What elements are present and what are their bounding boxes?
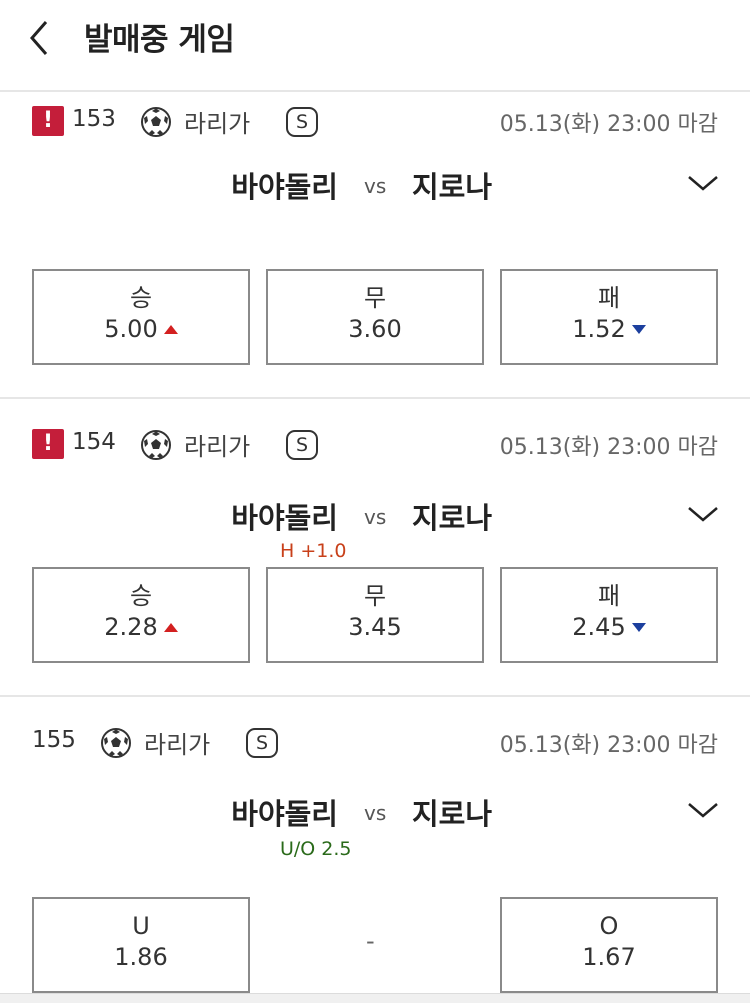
odds-button-win[interactable]: 승 5.00: [32, 269, 250, 365]
vs-label: vs: [364, 174, 387, 198]
odds-label: 승: [129, 582, 153, 610]
vs-label: vs: [364, 801, 387, 825]
soccer-ball-icon: [141, 430, 171, 460]
league-name: 라리가: [184, 110, 251, 138]
odds-value: 1.86: [114, 943, 168, 971]
odds-label: 무: [363, 582, 387, 610]
odds-value: 2.28: [104, 613, 158, 641]
away-team: 지로나: [412, 797, 493, 831]
chevron-down-icon[interactable]: [686, 797, 720, 823]
odds-value: 2.45: [572, 613, 626, 641]
soccer-ball-icon: [141, 107, 171, 137]
match-teams: 바야돌리 vs 지로나: [0, 495, 750, 541]
trend-down-icon: [631, 623, 646, 632]
soccer-ball-icon: [101, 728, 131, 758]
game-meta: ! 153 라리가 S 05.13(화) 23:00 마감: [32, 102, 718, 138]
away-team: 지로나: [412, 501, 493, 535]
odds-label: 무: [363, 284, 387, 312]
odds-button-under[interactable]: U 1.86: [32, 897, 250, 993]
deadline-text: 05.13(화) 23:00 마감: [499, 733, 718, 758]
odds-button-draw[interactable]: 무 3.60: [266, 269, 484, 365]
odds-button-lose[interactable]: 패 2.45: [500, 567, 718, 663]
vs-label: vs: [364, 505, 387, 529]
game-card-155: 155 라리가 S 05.13(화) 23:00 마감 바야돌리 vs 지로나 …: [0, 697, 750, 993]
home-team: 바야돌리: [231, 170, 338, 204]
odds-button-over[interactable]: O 1.67: [500, 897, 718, 993]
special-badge: S: [286, 107, 318, 137]
odds-label: U: [132, 912, 150, 940]
game-meta: ! 154 라리가 S 05.13(화) 23:00 마감: [32, 425, 718, 461]
odds-value: 3.60: [348, 315, 402, 343]
trend-down-icon: [631, 325, 646, 334]
odds-value: 1.67: [582, 943, 636, 971]
game-number: 154: [72, 429, 116, 455]
league-name: 라리가: [184, 433, 251, 461]
app-header: 발매중 게임: [0, 0, 750, 92]
odds-button-lose[interactable]: 패 1.52: [500, 269, 718, 365]
odds-label: 패: [597, 284, 621, 312]
game-card-154: ! 154 라리가 S 05.13(화) 23:00 마감 바야돌리 vs 지로…: [0, 399, 750, 697]
game-number: 153: [72, 106, 116, 132]
home-team: 바야돌리: [231, 797, 338, 831]
trend-up-icon: [163, 623, 178, 632]
no-draw-placeholder: -: [366, 927, 375, 955]
odds-value: 3.45: [348, 613, 402, 641]
game-meta: 155 라리가 S 05.13(화) 23:00 마감: [32, 723, 718, 759]
match-teams: 바야돌리 vs 지로나: [0, 164, 750, 210]
odds-button-draw[interactable]: 무 3.45: [266, 567, 484, 663]
bottom-divider: [0, 993, 750, 1003]
trend-up-icon: [163, 325, 178, 334]
handicap-label: H +1.0: [280, 540, 347, 562]
warning-badge: !: [32, 429, 64, 459]
odds-label: 패: [597, 582, 621, 610]
game-card-153: ! 153 라리가 S 05.13(화) 23:00 마감 바야돌리 vs 지로…: [0, 94, 750, 399]
home-team: 바야돌리: [231, 501, 338, 535]
deadline-text: 05.13(화) 23:00 마감: [499, 435, 718, 460]
warning-badge: !: [32, 106, 64, 136]
game-number: 155: [32, 727, 76, 753]
special-badge: S: [246, 728, 278, 758]
chevron-down-icon[interactable]: [686, 501, 720, 527]
away-team: 지로나: [412, 170, 493, 204]
match-teams: 바야돌리 vs 지로나: [0, 791, 750, 837]
odds-value: 5.00: [104, 315, 158, 343]
page-title: 발매중 게임: [84, 22, 235, 58]
odds-label: 승: [129, 284, 153, 312]
back-button[interactable]: [22, 14, 62, 62]
over-under-label: U/O 2.5: [280, 838, 352, 860]
odds-value: 1.52: [572, 315, 626, 343]
odds-button-win[interactable]: 승 2.28: [32, 567, 250, 663]
deadline-text: 05.13(화) 23:00 마감: [499, 112, 718, 137]
odds-label: O: [599, 912, 619, 940]
special-badge: S: [286, 430, 318, 460]
chevron-left-icon: [30, 21, 48, 55]
league-name: 라리가: [144, 731, 211, 759]
chevron-down-icon[interactable]: [686, 170, 720, 196]
